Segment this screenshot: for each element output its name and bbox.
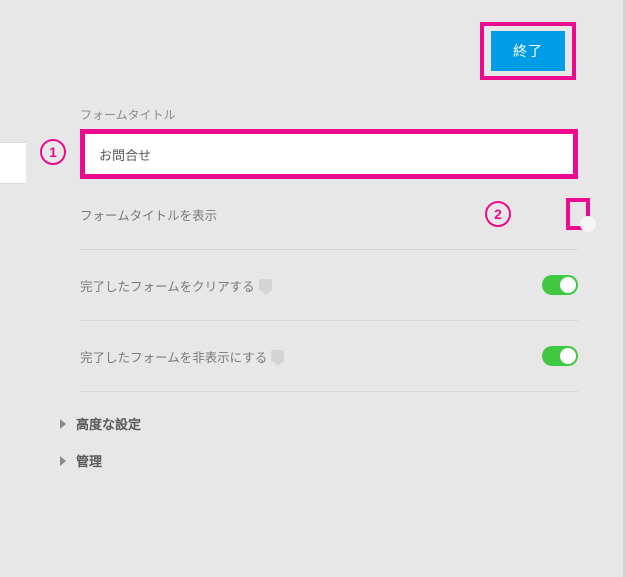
toggle-knob bbox=[560, 277, 576, 293]
clear-completed-toggle[interactable] bbox=[542, 275, 578, 295]
settings-panel: 終了 1 2 フォームタイトル フォームタイトルを表示 完了したフォームをクリア… bbox=[0, 0, 625, 577]
finish-button[interactable]: 終了 bbox=[491, 31, 565, 71]
left-tab-stub bbox=[0, 142, 26, 184]
row-clear-completed-label: 完了したフォームをクリアする bbox=[80, 276, 272, 295]
row-clear-completed: 完了したフォームをクリアする bbox=[80, 250, 578, 321]
tooltip-icon[interactable] bbox=[271, 350, 284, 362]
hide-completed-toggle[interactable] bbox=[542, 346, 578, 366]
form-title-label: フォームタイトル bbox=[80, 106, 578, 123]
expander-advanced[interactable]: 高度な設定 bbox=[60, 414, 578, 433]
chevron-right-icon bbox=[60, 456, 66, 466]
toggle-knob bbox=[560, 348, 576, 364]
expander-admin-label: 管理 bbox=[76, 451, 102, 470]
toggle-knob bbox=[580, 216, 596, 232]
expander-advanced-label: 高度な設定 bbox=[76, 414, 141, 433]
row-hide-completed-text: 完了したフォームを非表示にする bbox=[80, 347, 267, 366]
form-title-input[interactable] bbox=[85, 134, 573, 174]
row-clear-completed-text: 完了したフォームをクリアする bbox=[80, 276, 255, 295]
row-show-title: フォームタイトルを表示 bbox=[80, 179, 578, 250]
finish-highlight: 終了 bbox=[480, 22, 576, 80]
row-show-title-label: フォームタイトルを表示 bbox=[80, 205, 217, 224]
expander-admin[interactable]: 管理 bbox=[60, 451, 578, 470]
content-area: フォームタイトル フォームタイトルを表示 完了したフォームをクリアする bbox=[80, 106, 578, 470]
annotation-badge-1: 1 bbox=[40, 139, 66, 165]
chevron-right-icon bbox=[60, 419, 66, 429]
row-hide-completed-label: 完了したフォームを非表示にする bbox=[80, 347, 284, 366]
tooltip-icon[interactable] bbox=[259, 279, 272, 291]
row-hide-completed: 完了したフォームを非表示にする bbox=[80, 321, 578, 392]
show-title-toggle-highlight bbox=[566, 198, 590, 230]
form-title-highlight bbox=[80, 129, 578, 179]
